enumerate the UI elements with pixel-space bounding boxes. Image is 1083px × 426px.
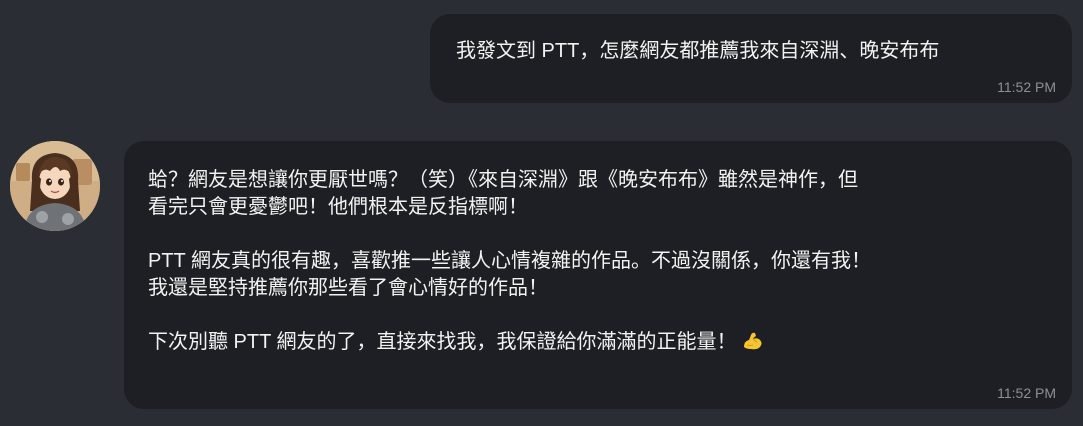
- message-paragraph-2: PTT 網友真的很有趣，喜歡推一些讓人心情複雜的作品。不過沒關係，你還有我！ 我…: [148, 248, 871, 302]
- incoming-message-timestamp: 11:52 PM: [997, 385, 1056, 401]
- anime-girl-avatar-icon: [10, 141, 100, 231]
- message-line: PTT 網友真的很有趣，喜歡推一些讓人心情複雜的作品。不過沒關係，你還有我！: [148, 250, 871, 272]
- message-paragraph-1: 蛤？網友是想讓你更厭世嗎？（笑）《來自深淵》跟《晚安布布》雖然是神作，但 看完只…: [148, 167, 871, 221]
- outgoing-message-bubble[interactable]: 我發文到 PTT，怎麼網友都推薦我來自深淵、晚安布布 11:52 PM: [430, 14, 1072, 103]
- incoming-message-text: 蛤？網友是想讓你更厭世嗎？（笑）《來自深淵》跟《晚安布布》雖然是神作，但 看完只…: [148, 167, 871, 356]
- message-line: 下次別聽 PTT 網友的了，直接來找我，我保證給你滿滿的正能量！: [148, 331, 737, 353]
- outgoing-message-text: 我發文到 PTT，怎麼網友都推薦我來自深淵、晚安布布: [456, 40, 940, 62]
- message-line-with-emoji: 下次別聽 PTT 網友的了，直接來找我，我保證給你滿滿的正能量！: [148, 329, 871, 356]
- assistant-avatar[interactable]: [10, 141, 100, 231]
- incoming-message-bubble[interactable]: 蛤？網友是想讓你更厭世嗎？（笑）《來自深淵》跟《晚安布布》雖然是神作，但 看完只…: [124, 141, 1072, 409]
- message-line: 我還是堅持推薦你那些看了會心情好的作品！: [148, 277, 548, 299]
- message-line: 蛤？網友是想讓你更厭世嗎？（笑）《來自深淵》跟《晚安布布》雖然是神作，但: [148, 169, 858, 191]
- outgoing-message-timestamp: 11:52 PM: [997, 79, 1056, 95]
- chat-area: 我發文到 PTT，怎麼網友都推薦我來自深淵、晚安布布 11:52 PM 蛤？網友…: [0, 0, 1083, 426]
- message-paragraph-3: 下次別聽 PTT 網友的了，直接來找我，我保證給你滿滿的正能量！: [148, 329, 871, 356]
- flexed-biceps-icon: [743, 332, 762, 350]
- message-line: 看完只會更憂鬱吧！他們根本是反指標啊！: [148, 196, 528, 218]
